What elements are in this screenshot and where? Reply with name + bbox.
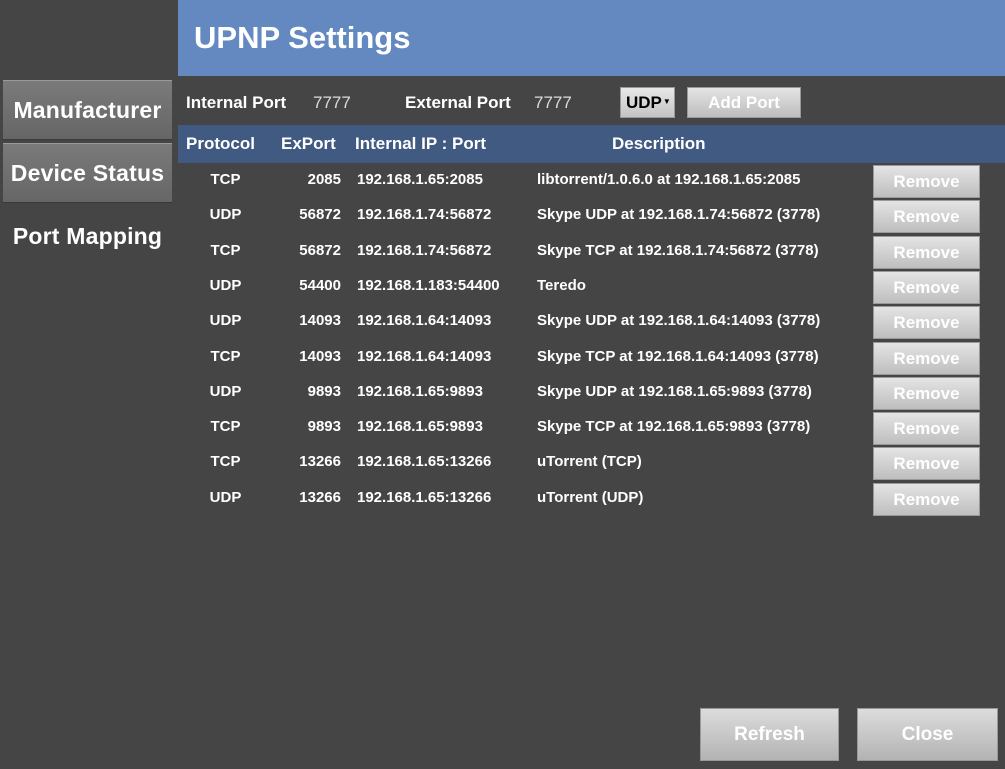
protocol-cell: TCP [210,171,241,188]
close-button[interactable]: Close [857,708,998,761]
remove-label: Remove [893,453,960,473]
export-port-cell: 13266 [299,453,341,470]
table-row: TCP 56872 192.168.1.74:56872 Skype TCP at 1… [178,235,1005,270]
remove-label: Remove [893,418,960,438]
protocol-cell: TCP [210,242,241,259]
internal-ip-port-cell: 192.168.1.74:56872 [357,242,492,259]
add-port-label: Add Port [708,92,780,112]
remove-label: Remove [893,171,960,191]
export-port-cell: 14093 [299,348,341,365]
sidebar-item-label: Device Status [10,159,165,186]
description-cell: Skype UDP at 192.168.1.74:56872 (3778) [537,206,821,223]
internal-ip-port-cell: 192.168.1.65:2085 [357,171,483,188]
table-row: TCP 13266 192.168.1.65:13266 uTorrent (TCP)… [178,446,1005,481]
remove-button[interactable]: Remove [873,271,980,304]
external-port-field[interactable]: 7777 [534,93,572,113]
export-port-cell: 56872 [299,206,341,223]
column-header-internal: Internal IP : Port [355,134,486,153]
table-row: UDP 54400 192.168.1.183:54400 Teredo Remove [178,270,1005,305]
remove-label: Remove [893,242,960,262]
export-port-cell: 9893 [307,418,341,435]
table-header: Protocol ExPort Internal IP : Port Descr… [178,125,1005,163]
external-port-label: External Port [405,93,511,112]
remove-button[interactable]: Remove [873,165,980,198]
description-cell: uTorrent (UDP) [537,489,644,506]
remove-button[interactable]: Remove [873,342,980,375]
description-cell: Skype UDP at 192.168.1.65:9893 (3778) [537,383,812,400]
internal-ip-port-cell: 192.168.1.65:13266 [357,453,492,470]
internal-ip-port-cell: 192.168.1.65:9893 [357,383,483,400]
column-header-export: ExPort [281,134,336,153]
refresh-label: Refresh [734,723,805,745]
sidebar: Manufacturer Device Status Port Mapping [0,0,178,769]
remove-label: Remove [893,383,960,403]
remove-button[interactable]: Remove [873,377,980,410]
caret-down-icon: ▼ [662,97,671,106]
protocol-cell: TCP [210,453,241,470]
remove-label: Remove [893,312,960,332]
protocol-select-value: UDP [626,92,662,112]
remove-label: Remove [893,277,960,297]
export-port-cell: 2085 [307,171,341,188]
protocol-cell: UDP [209,277,242,294]
internal-ip-port-cell: 192.168.1.65:13266 [357,489,492,506]
table-row: UDP 56872 192.168.1.74:56872 Skype UDP at 1… [178,199,1005,234]
table-row: UDP 13266 192.168.1.65:13266 uTorrent (UDP)… [178,482,1005,517]
table-row: TCP 2085 192.168.1.65:2085 libtorrent/1.0.6… [178,164,1005,199]
internal-ip-port-cell: 192.168.1.65:9893 [357,418,483,435]
sidebar-item-port-mapping[interactable]: Port Mapping [3,206,172,266]
sidebar-item-device-status[interactable]: Device Status [3,143,172,203]
protocol-cell: UDP [209,312,242,329]
internal-ip-port-cell: 192.168.1.64:14093 [357,348,492,365]
protocol-select[interactable]: UDP ▼ [620,87,675,118]
protocol-cell: UDP [209,206,242,223]
sidebar-item-label: Manufacturer [13,96,162,123]
remove-label: Remove [893,206,960,226]
description-cell: Teredo [537,277,586,294]
description-cell: Skype UDP at 192.168.1.64:14093 (3778) [537,312,821,329]
sidebar-item-label: Port Mapping [12,222,163,249]
description-cell: Skype TCP at 192.168.1.64:14093 (3778) [537,348,819,365]
remove-label: Remove [893,348,960,368]
table-row: TCP 9893 192.168.1.65:9893 Skype TCP at 192… [178,411,1005,446]
internal-ip-port-cell: 192.168.1.64:14093 [357,312,492,329]
close-label: Close [901,723,954,745]
internal-ip-port-cell: 192.168.1.183:54400 [357,277,500,294]
remove-label: Remove [893,489,960,509]
description-cell: Skype TCP at 192.168.1.65:9893 (3778) [537,418,811,435]
internal-port-field[interactable]: 7777 [313,93,351,113]
title-bar: UPNP Settings [178,0,1005,76]
remove-button[interactable]: Remove [873,200,980,233]
sidebar-item-manufacturer[interactable]: Manufacturer [3,80,172,140]
protocol-cell: TCP [210,348,241,365]
description-cell: uTorrent (TCP) [537,453,642,470]
table-row: UDP 14093 192.168.1.64:14093 Skype UDP at 1… [178,305,1005,340]
export-port-cell: 9893 [307,383,341,400]
column-header-description: Description [612,134,706,153]
export-port-cell: 54400 [299,277,341,294]
remove-button[interactable]: Remove [873,447,980,480]
protocol-cell: UDP [209,489,242,506]
export-port-cell: 56872 [299,242,341,259]
export-port-cell: 14093 [299,312,341,329]
page-title: UPNP Settings [194,20,411,55]
remove-button[interactable]: Remove [873,483,980,516]
remove-button[interactable]: Remove [873,412,980,445]
remove-button[interactable]: Remove [873,306,980,339]
description-cell: Skype TCP at 192.168.1.74:56872 (3778) [537,242,819,259]
description-cell: libtorrent/1.0.6.0 at 192.168.1.65:2085 [537,171,801,188]
internal-port-label: Internal Port [186,93,287,112]
add-port-form: Internal Port 7777 External Port 7777 UD… [178,80,1005,124]
refresh-button[interactable]: Refresh [700,708,839,761]
add-port-button[interactable]: Add Port [687,87,801,118]
table-row: UDP 9893 192.168.1.65:9893 Skype UDP at 192… [178,376,1005,411]
table-row: TCP 14093 192.168.1.64:14093 Skype TCP at 1… [178,341,1005,376]
column-header-protocol: Protocol [186,134,255,153]
protocol-cell: UDP [209,383,242,400]
remove-button[interactable]: Remove [873,236,980,269]
export-port-cell: 13266 [299,489,341,506]
internal-ip-port-cell: 192.168.1.74:56872 [357,206,492,223]
protocol-cell: TCP [210,418,241,435]
